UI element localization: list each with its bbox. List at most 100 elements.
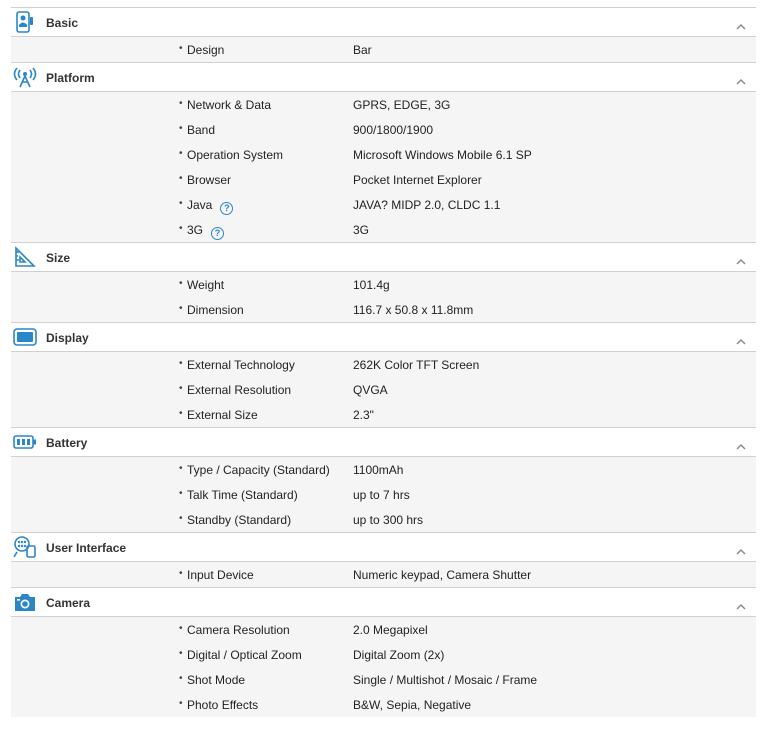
help-icon[interactable]: ? <box>211 227 225 240</box>
section-header-user-interface[interactable]: User Interface <box>11 532 756 562</box>
spec-label: Input Device <box>187 568 254 582</box>
spec-label-text: 3G <box>187 223 204 237</box>
section-body: • Network & Data GPRS, EDGE, 3G • Band 900/18… <box>11 92 756 242</box>
chevron-up-icon[interactable] <box>736 18 746 30</box>
spec-label-text: Java <box>187 198 213 212</box>
help-icon[interactable]: ? <box>220 202 234 215</box>
bullet: • <box>179 43 183 54</box>
chevron-up-icon[interactable] <box>736 333 746 345</box>
spec-label-text: External Technology <box>187 358 295 372</box>
section-body: • Type / Capacity (Standard) 1100mAh • Talk … <box>11 457 756 532</box>
bullet: • <box>179 303 183 314</box>
spec-row: • Photo Effects B&W, Sepia, Negative <box>11 692 756 717</box>
spec-label: Design <box>187 43 224 57</box>
spec-value: Pocket Internet Explorer <box>353 173 482 187</box>
spec-label: External Resolution <box>187 383 291 397</box>
spec-value: 262K Color TFT Screen <box>353 358 480 372</box>
bullet: • <box>179 358 183 369</box>
spec-label: Network & Data <box>187 98 271 112</box>
bullet: • <box>179 623 183 634</box>
spec-label: Type / Capacity (Standard) <box>187 463 330 477</box>
spec-row: • Shot Mode Single / Multishot / Mosaic / … <box>11 667 756 692</box>
spec-row: • Network & Data GPRS, EDGE, 3G <box>11 92 756 117</box>
bullet: • <box>179 173 183 184</box>
bullet: • <box>179 648 183 659</box>
spec-row: • Type / Capacity (Standard) 1100mAh <box>11 457 756 482</box>
phone-person-icon <box>13 11 37 33</box>
chevron-up-icon[interactable] <box>736 598 746 610</box>
section-header-size[interactable]: Size <box>11 242 756 272</box>
ruler-triangle-icon <box>13 246 37 268</box>
chevron-up-icon[interactable] <box>736 438 746 450</box>
spec-label: Dimension <box>187 303 244 317</box>
spec-label: Camera Resolution <box>187 623 290 637</box>
section-header-battery[interactable]: Battery <box>11 427 756 457</box>
spec-value: QVGA <box>353 383 388 397</box>
section-header-platform[interactable]: Platform <box>11 62 756 92</box>
bullet: • <box>179 698 183 709</box>
spec-value: 1100mAh <box>353 463 404 477</box>
spec-label-text: Standby (Standard) <box>187 513 292 527</box>
section-header-camera[interactable]: Camera <box>11 587 756 617</box>
bullet: • <box>179 148 183 159</box>
bullet: • <box>179 408 183 419</box>
spec-label: 3G? <box>187 223 225 240</box>
spec-label-text: Band <box>187 123 216 137</box>
spec-row: • Browser Pocket Internet Explorer <box>11 167 756 192</box>
spec-label: External Size <box>187 408 258 422</box>
spec-label-text: External Size <box>187 408 258 422</box>
spec-row: • Camera Resolution 2.0 Megapixel <box>11 617 756 642</box>
spec-label-text: Digital / Optical Zoom <box>187 648 302 662</box>
spec-label-text: Browser <box>187 173 232 187</box>
camera-icon <box>13 591 37 613</box>
spec-row: • External Size 2.3" <box>11 402 756 427</box>
spec-value: 116.7 x 50.8 x 11.8mm <box>353 303 474 317</box>
battery-icon <box>13 431 37 453</box>
bullet: • <box>179 278 183 289</box>
spec-label-text: Type / Capacity (Standard) <box>187 463 330 477</box>
section-title: Battery <box>46 436 88 450</box>
chevron-up-icon[interactable] <box>736 543 746 555</box>
spec-label-text: Weight <box>187 278 225 292</box>
spec-label-text: Photo Effects <box>187 698 259 712</box>
bullet: • <box>179 223 183 234</box>
spec-row: • Java? JAVA? MIDP 2.0, CLDC 1.1 <box>11 192 756 217</box>
spec-label: Weight <box>187 278 224 292</box>
spec-label: Browser <box>187 173 231 187</box>
spec-value: 2.3" <box>353 408 374 422</box>
spec-row: • External Technology 262K Color TFT Scree… <box>11 352 756 377</box>
spec-label: Operation System <box>187 148 283 162</box>
section-header-basic[interactable]: Basic <box>11 7 756 37</box>
section-body: • Design Bar <box>11 37 756 62</box>
spec-sheet: Basic • Design Bar Platform • Network & Data GP… <box>11 7 756 717</box>
bullet: • <box>179 488 183 499</box>
spec-label-text: External Resolution <box>187 383 292 397</box>
spec-value: Microsoft Windows Mobile 6.1 SP <box>353 148 532 162</box>
bullet: • <box>179 198 183 209</box>
spec-row: • External Resolution QVGA <box>11 377 756 402</box>
spec-label: Shot Mode <box>187 673 245 687</box>
section-header-display[interactable]: Display <box>11 322 756 352</box>
spec-row: • Dimension 116.7 x 50.8 x 11.8mm <box>11 297 756 322</box>
touch-interface-icon <box>13 536 37 558</box>
spec-value: up to 7 hrs <box>353 488 410 502</box>
spec-row: • Standby (Standard) up to 300 hrs <box>11 507 756 532</box>
spec-label-text: Camera Resolution <box>187 623 290 637</box>
spec-value: Digital Zoom (2x) <box>353 648 445 662</box>
chevron-up-icon[interactable] <box>736 73 746 85</box>
bullet: • <box>179 123 183 134</box>
spec-label: External Technology <box>187 358 295 372</box>
chevron-up-icon[interactable] <box>736 253 746 265</box>
spec-label-text: Input Device <box>187 568 254 582</box>
screen-icon <box>13 326 37 348</box>
spec-label-text: Shot Mode <box>187 673 246 687</box>
spec-row: • Operation System Microsoft Windows Mobil… <box>11 142 756 167</box>
spec-value: Bar <box>353 43 372 57</box>
spec-row: • Weight 101.4g <box>11 272 756 297</box>
spec-label: Digital / Optical Zoom <box>187 648 302 662</box>
antenna-icon <box>13 66 37 88</box>
spec-row: • Design Bar <box>11 37 756 62</box>
spec-label-text: Dimension <box>187 303 244 317</box>
spec-value: Single / Multishot / Mosaic / Frame <box>353 673 538 687</box>
bullet: • <box>179 568 183 579</box>
